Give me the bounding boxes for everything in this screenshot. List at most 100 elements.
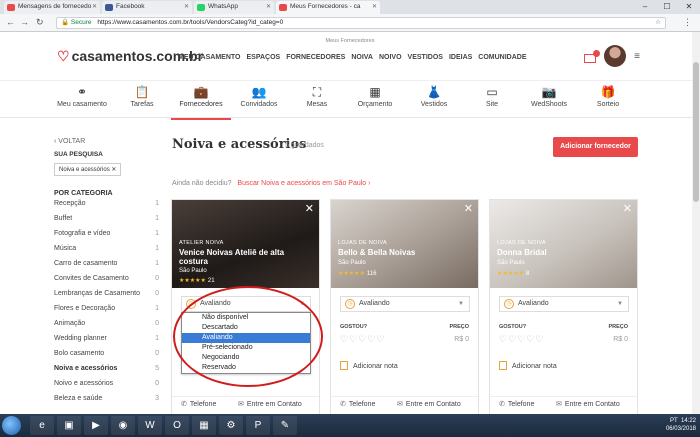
calculator-app-icon[interactable]: ▦ [192,416,216,435]
mail-icon[interactable] [584,49,601,63]
rating-hearts[interactable]: ♡♡♡♡♡ [340,334,385,345]
remove-filter-icon[interactable]: ✕ [111,167,116,173]
category-item[interactable]: Flores e Decoração 1 [54,305,159,320]
nav-comunidade[interactable]: COMUNIDADE [478,54,526,61]
close-tab-icon[interactable]: ✕ [372,3,377,10]
tool-tarefas[interactable]: 📋 Tarefas [112,83,172,108]
close-tab-icon[interactable]: ✕ [184,3,189,10]
minimize-icon[interactable]: – [634,0,656,14]
chevron-down-icon: ▼ [458,301,464,307]
category-item[interactable]: Lembranças de Casamento 0 [54,290,159,305]
back-arrow-icon[interactable]: ← [6,17,15,27]
dress-icon: 👗 [426,85,442,99]
back-link[interactable]: ‹ VOLTAR [54,138,159,145]
phone-button[interactable]: ✆ Telefone [340,400,375,408]
system-tray[interactable]: PT 14:22 06/03/2018 [666,417,696,433]
file-explorer-icon[interactable]: ▣ [57,416,81,435]
browser-tab-vendors[interactable]: Meus Fornecedores - ca ✕ [276,1,380,14]
tool-vestidos[interactable]: 👗 Vestidos [404,83,464,108]
casamentos-favicon-icon [7,4,15,11]
reload-icon[interactable]: ↻ [36,17,44,28]
vendor-name[interactable]: Donna Bridal [497,248,632,257]
powerpoint-icon[interactable]: P [246,416,270,435]
internet-explorer-icon[interactable]: e [30,416,54,435]
window-controls: – ☐ ✕ [634,0,700,14]
browser-tab-whatsapp[interactable]: WhatsApp ✕ [194,1,274,14]
status-select[interactable]: ◷ Avaliando ▼ [499,296,629,312]
outlook-icon[interactable]: O [165,416,189,435]
tool-meu-casamento[interactable]: ⚭ Meu casamento [52,83,112,108]
maximize-icon[interactable]: ☐ [656,0,678,14]
category-item[interactable]: Buffet 1 [54,215,159,230]
forward-arrow-icon[interactable]: → [20,17,29,27]
category-item[interactable]: Recepção 1 [54,200,159,215]
clock-icon: ◷ [345,299,355,309]
browser-tab-facebook[interactable]: Facebook ✕ [102,1,192,14]
hamburger-menu-icon[interactable]: ≡ [634,51,640,62]
search-filter-chip[interactable]: Noiva e acessórios ✕ [54,163,122,176]
status-select[interactable]: ◷ Avaliando ▼ [340,296,470,312]
phone-button[interactable]: ✆ Telefone [499,400,534,408]
tool-site[interactable]: ▭ Site [462,83,522,108]
nav-vestidos[interactable]: VESTIDOS [408,54,443,61]
rings-icon: ⚭ [76,85,88,99]
category-item[interactable]: Bolo casamento 0 [54,350,159,365]
tool-fornecedores[interactable]: 💼 Fornecedores [171,83,231,120]
search-vendors-link[interactable]: Buscar Noiva e acessórios em São Paulo › [237,180,370,187]
price-input[interactable]: R$ 0 [613,336,628,343]
tool-mesas[interactable]: ⛶ Mesas [287,83,347,108]
browser-menu-icon[interactable]: ⋮ [683,17,692,28]
nav-meu-casamento[interactable]: MEU CASAMENTO [178,54,240,61]
category-item[interactable]: Carro de casamento 1 [54,260,159,275]
remove-vendor-icon[interactable]: ✕ [305,202,314,215]
browser-tab-messages[interactable]: Mensagens de fornecedo ✕ [4,1,100,14]
add-vendor-button[interactable]: Adicionar fornecedor [553,137,638,157]
tool-sorteio[interactable]: 🎁 Sorteio [578,83,638,108]
settings-app-icon[interactable]: ⚙ [219,416,243,435]
close-tab-icon[interactable]: ✕ [92,3,97,10]
nav-noiva[interactable]: NOIVA [351,54,373,61]
contact-button[interactable]: ✉ Entre em Contato [397,400,461,408]
page-scrollbar[interactable] [692,32,700,414]
close-window-icon[interactable]: ✕ [678,0,700,14]
phone-button[interactable]: ✆ Telefone [181,400,216,408]
close-tab-icon[interactable]: ✕ [266,3,271,10]
category-item[interactable]: Música 1 [54,245,159,260]
nav-fornecedores[interactable]: FORNECEDORES [286,54,345,61]
notepad-icon[interactable]: ✎ [273,416,297,435]
avatar[interactable] [604,45,627,67]
phone-icon: ✆ [499,401,505,408]
contact-button[interactable]: ✉ Entre em Contato [238,400,302,408]
category-item[interactable]: Fotografia e vídeo 1 [54,230,159,245]
url-input[interactable]: 🔒 Secure https://www.casamentos.com.br/t… [56,17,666,29]
contact-button[interactable]: ✉ Entre em Contato [556,400,620,408]
tool-convidados[interactable]: 👥 Convidados [229,83,289,108]
tool-wedshoots[interactable]: 📷 WedShoots [519,83,579,108]
category-item[interactable]: Noivo e acessórios 0 [54,380,159,395]
remove-vendor-icon[interactable]: ✕ [464,202,473,215]
filter-sidebar: ‹ VOLTAR SUA PESQUISA Noiva e acessórios… [54,138,159,410]
add-note-button[interactable]: Adicionar nota [499,361,557,370]
scrollbar-thumb[interactable] [693,62,699,202]
word-icon[interactable]: W [138,416,162,435]
media-player-icon[interactable]: ▶ [84,416,108,435]
add-note-button[interactable]: Adicionar nota [340,361,398,370]
chrome-icon[interactable]: ◉ [111,416,135,435]
category-item[interactable]: Animação 0 [54,320,159,335]
vendor-name[interactable]: Venice Noivas Ateliê de alta costura [179,248,314,266]
category-item[interactable]: Beleza e saúde 3 [54,395,159,410]
remove-vendor-icon[interactable]: ✕ [623,202,632,215]
rating-hearts[interactable]: ♡♡♡♡♡ [499,334,544,345]
nav-espacos[interactable]: ESPAÇOS [246,54,280,61]
bookmark-star-icon[interactable]: ☆ [655,18,661,28]
vendor-name[interactable]: Bello & Bella Noivas [338,248,473,257]
nav-ideias[interactable]: IDEIAS [449,54,472,61]
windows-start-icon[interactable] [2,416,21,435]
category-title: POR CATEGORIA [54,190,113,197]
price-input[interactable]: R$ 0 [454,336,469,343]
category-item[interactable]: Wedding planner 1 [54,335,159,350]
tool-orcamento[interactable]: ▦ Orçamento [345,83,405,108]
category-item-active[interactable]: Noiva e acessórios 5 [54,365,159,380]
category-item[interactable]: Convites de Casamento 0 [54,275,159,290]
nav-noivo[interactable]: NOIVO [379,54,402,61]
